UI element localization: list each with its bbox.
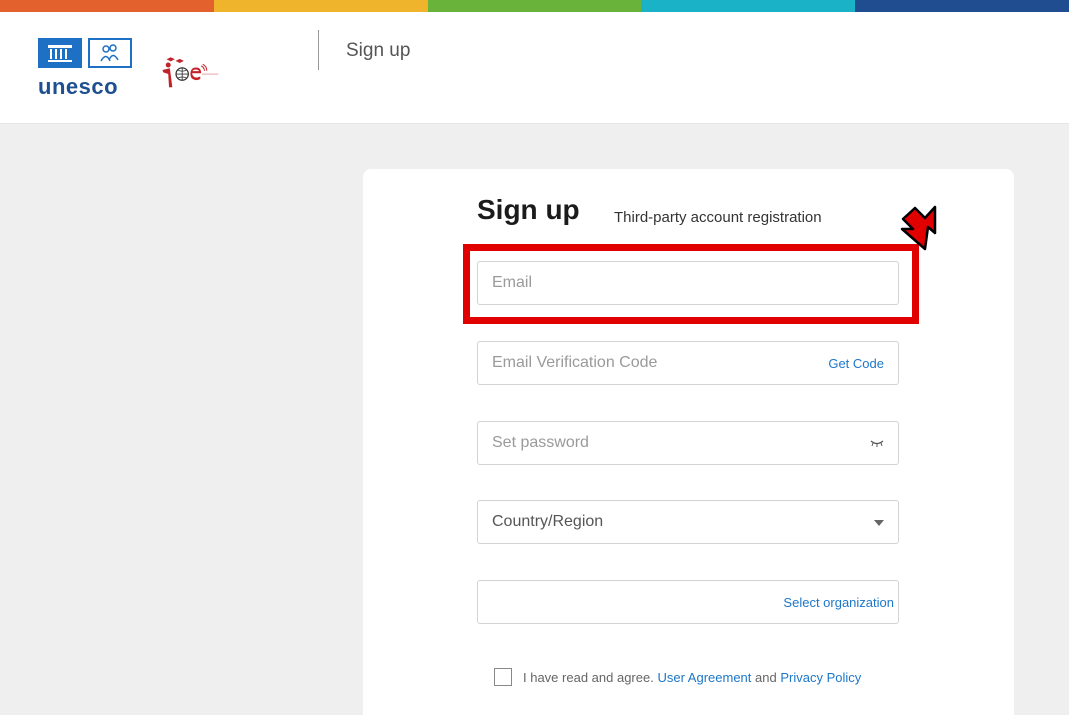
unesco-emblem [38, 38, 138, 68]
site-header: unesco Sign up [0, 12, 1069, 124]
password-input[interactable] [492, 434, 870, 452]
color-bar-navy [855, 0, 1069, 12]
temple-icon [38, 38, 82, 68]
color-bar-orange [0, 0, 214, 12]
third-party-registration-link[interactable]: Third-party account registration [614, 209, 822, 226]
verification-code-input[interactable] [492, 354, 829, 372]
color-bar-cyan [641, 0, 856, 12]
header-title: Sign up [346, 40, 411, 61]
get-code-button[interactable]: Get Code [828, 356, 884, 371]
people-icon [88, 38, 132, 68]
privacy-policy-link[interactable]: Privacy Policy [780, 670, 861, 685]
top-color-bar [0, 0, 1069, 12]
signup-card: Sign up Third-party account registration… [363, 169, 1014, 715]
eye-closed-icon[interactable] [870, 434, 884, 452]
country-region-label: Country/Region [492, 513, 604, 530]
color-bar-green [427, 0, 642, 12]
select-organization-button[interactable]: Select organization [783, 595, 894, 610]
and-text: and [755, 669, 777, 685]
unesco-wordmark: unesco [38, 74, 119, 99]
unesco-logo[interactable]: unesco [38, 38, 138, 100]
email-highlight-box [463, 244, 919, 324]
iiole-emblem-icon [162, 57, 219, 88]
agree-checkbox[interactable] [494, 668, 512, 686]
user-agreement-link[interactable]: User Agreement [657, 670, 751, 685]
verification-code-field[interactable]: Get Code [477, 341, 899, 385]
country-region-select[interactable]: Country/Region [477, 500, 899, 544]
agreement-row: I have read and agree. User Agreement an… [494, 668, 861, 686]
caret-down-icon [874, 513, 884, 531]
organization-field[interactable]: Select organization [477, 580, 899, 624]
iiole-logo[interactable] [160, 34, 306, 112]
red-arrow-icon [900, 205, 937, 251]
password-field[interactable] [477, 421, 899, 465]
agree-text: I have read and agree. [523, 669, 654, 685]
color-bar-yellow [213, 0, 428, 12]
form-title: Sign up [477, 194, 580, 225]
header-divider [318, 30, 319, 70]
